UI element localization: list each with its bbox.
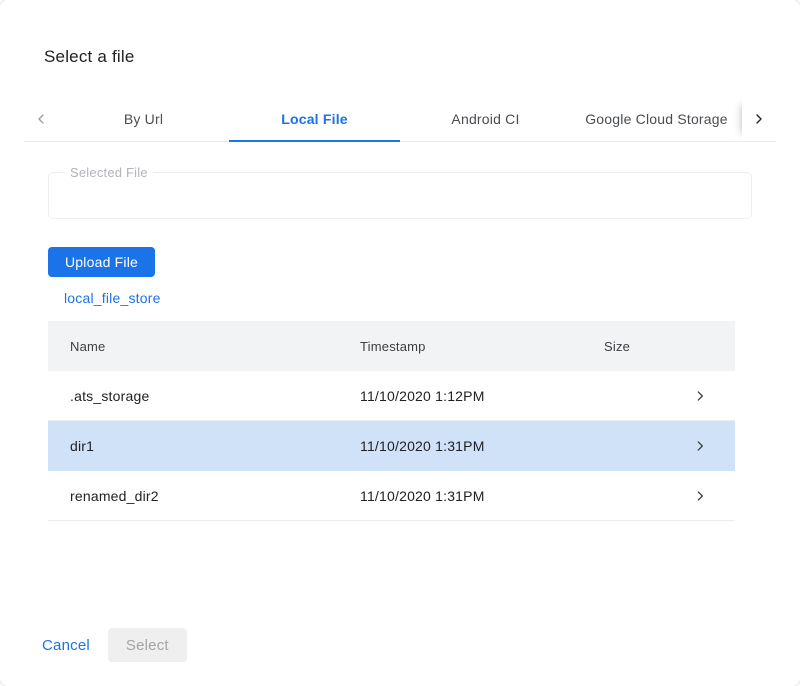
table-header-row: Name Timestamp Size xyxy=(48,321,735,371)
column-header-timestamp: Timestamp xyxy=(360,339,604,354)
chevron-left-icon xyxy=(33,111,49,127)
column-header-size: Size xyxy=(604,339,683,354)
tab-label: Local File xyxy=(281,111,348,127)
select-file-dialog: Select a file By Url Local File Android … xyxy=(0,0,800,686)
local-file-store-link[interactable]: local_file_store xyxy=(64,290,161,306)
selected-file-input[interactable] xyxy=(49,173,751,218)
select-button[interactable]: Select xyxy=(108,628,187,662)
dialog-footer: Cancel Select xyxy=(42,628,187,662)
tab-google-cloud-storage[interactable]: Google Cloud Storage xyxy=(571,97,742,141)
upload-file-button[interactable]: Upload File xyxy=(48,247,155,277)
cancel-button[interactable]: Cancel xyxy=(42,637,90,654)
table-row-dir1[interactable]: dir1 11/10/2020 1:31PM xyxy=(48,421,735,471)
tab-by-url[interactable]: By Url xyxy=(58,97,229,141)
chevron-right-icon[interactable] xyxy=(683,489,707,503)
row-name: .ats_storage xyxy=(70,388,360,404)
tab-label: Google Cloud Storage xyxy=(585,111,728,127)
tab-android-ci[interactable]: Android CI xyxy=(400,97,571,141)
row-timestamp: 11/10/2020 1:31PM xyxy=(360,438,604,454)
tabs-scroll-left-button[interactable] xyxy=(24,97,58,141)
chevron-right-icon[interactable] xyxy=(683,389,707,403)
tabs-scroll-right-button[interactable] xyxy=(742,97,776,141)
file-table: Name Timestamp Size .ats_storage 11/10/2… xyxy=(48,321,735,521)
row-name: dir1 xyxy=(70,438,360,454)
tab-list: By Url Local File Android CI Google Clou… xyxy=(58,97,742,141)
chevron-right-icon xyxy=(751,111,767,127)
selected-file-label: Selected File xyxy=(65,165,153,180)
chevron-right-icon[interactable] xyxy=(683,439,707,453)
selected-file-field[interactable]: Selected File xyxy=(48,172,752,219)
table-row-renamed-dir2[interactable]: renamed_dir2 11/10/2020 1:31PM xyxy=(48,471,735,521)
dialog-title: Select a file xyxy=(44,46,800,68)
tab-bar: By Url Local File Android CI Google Clou… xyxy=(24,97,776,142)
tab-local-file[interactable]: Local File xyxy=(229,97,400,141)
tab-label: By Url xyxy=(124,111,163,127)
row-timestamp: 11/10/2020 1:31PM xyxy=(360,488,604,504)
column-header-name: Name xyxy=(70,339,360,354)
row-timestamp: 11/10/2020 1:12PM xyxy=(360,388,604,404)
tab-panel-local-file: Selected File Upload File local_file_sto… xyxy=(0,172,800,521)
tab-label: Android CI xyxy=(451,111,519,127)
table-row-ats-storage[interactable]: .ats_storage 11/10/2020 1:12PM xyxy=(48,371,735,421)
row-name: renamed_dir2 xyxy=(70,488,360,504)
